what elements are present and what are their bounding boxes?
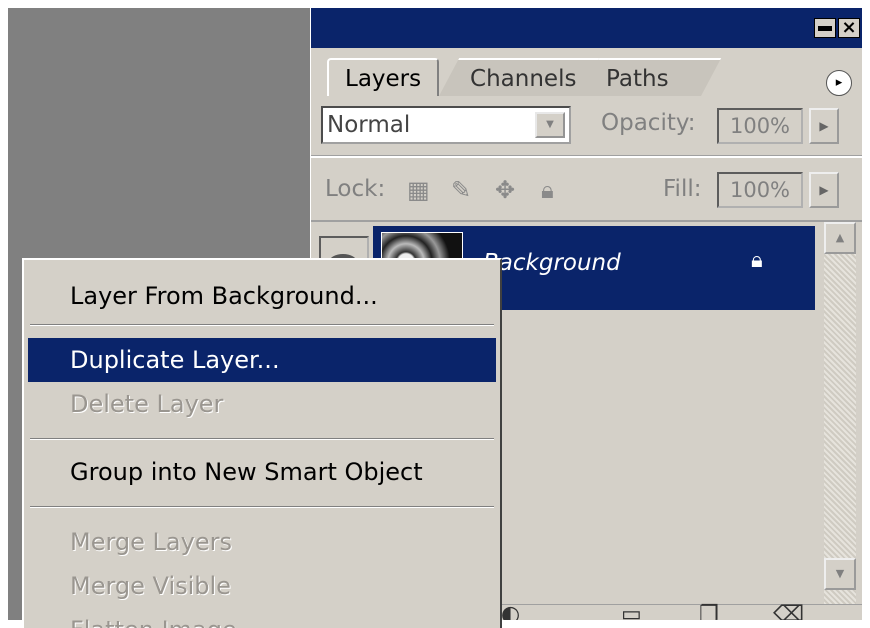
palette-tabs: Paths Channels Layers ▸ <box>311 48 862 100</box>
move-icon[interactable]: ✥ <box>495 176 515 204</box>
lock-transparent-icon[interactable]: ▦ <box>407 176 430 204</box>
scroll-down-icon[interactable]: ▼ <box>824 558 856 590</box>
menu-item-merge-visible[interactable]: Merge Visible <box>28 564 496 608</box>
layer-lock-icon: 🔒︎ <box>751 248 763 273</box>
blend-mode-value: Normal <box>327 112 411 138</box>
opacity-arrow-icon[interactable]: ▶ <box>809 108 839 144</box>
blend-opacity-row: Normal ▼ Opacity: 100% ▶ <box>311 100 862 158</box>
close-icon[interactable]: × <box>838 18 860 38</box>
tab-paths[interactable]: Paths <box>577 58 722 96</box>
lock-fill-row: Lock: ▦ ✎ ✥ 🔒︎ Fill: 100% ▶ <box>311 158 862 222</box>
fill-label: Fill: <box>663 176 702 202</box>
tab-channels[interactable]: Channels <box>439 58 600 96</box>
menu-item-delete-layer[interactable]: Delete Layer <box>28 382 496 426</box>
blend-mode-select[interactable]: Normal ▼ <box>321 106 571 144</box>
layers-scrollbar[interactable]: ▲ ▼ <box>824 222 856 604</box>
opacity-label: Opacity: <box>601 110 696 136</box>
fill-field[interactable]: 100% <box>717 172 803 208</box>
tab-layers[interactable]: Layers <box>327 58 439 96</box>
new-layer-icon[interactable]: ❐ <box>699 604 719 621</box>
menu-separator <box>30 324 494 326</box>
new-group-icon[interactable]: ▭ <box>621 604 642 621</box>
opacity-field[interactable]: 100% <box>717 108 803 144</box>
layer-context-menu: Layer From Background... Duplicate Layer… <box>22 258 502 628</box>
lock-label: Lock: <box>325 176 386 202</box>
palette-title-bar[interactable]: × <box>311 8 862 48</box>
scroll-up-icon[interactable]: ▲ <box>824 222 856 254</box>
menu-item-merge-layers[interactable]: Merge Layers <box>28 520 496 564</box>
fill-arrow-icon[interactable]: ▶ <box>809 172 839 208</box>
minimize-icon[interactable] <box>814 18 836 38</box>
menu-separator <box>30 438 494 440</box>
menu-item-duplicate-layer[interactable]: Duplicate Layer... <box>28 338 496 382</box>
trash-icon[interactable]: ⌫ <box>773 604 804 621</box>
adjustment-layer-icon[interactable]: ◐ <box>501 604 520 621</box>
brush-icon[interactable]: ✎ <box>451 176 471 204</box>
menu-item-layer-from-background[interactable]: Layer From Background... <box>28 274 496 318</box>
menu-separator <box>30 506 494 508</box>
layer-name: Background <box>483 250 621 276</box>
menu-item-flatten-image[interactable]: Flatten Image <box>28 608 496 628</box>
dropdown-arrow-icon[interactable]: ▼ <box>535 112 565 138</box>
menu-item-group-smart-object[interactable]: Group into New Smart Object <box>28 450 496 494</box>
lock-all-icon[interactable]: 🔒︎ <box>541 176 554 204</box>
palette-menu-icon[interactable]: ▸ <box>826 70 852 96</box>
